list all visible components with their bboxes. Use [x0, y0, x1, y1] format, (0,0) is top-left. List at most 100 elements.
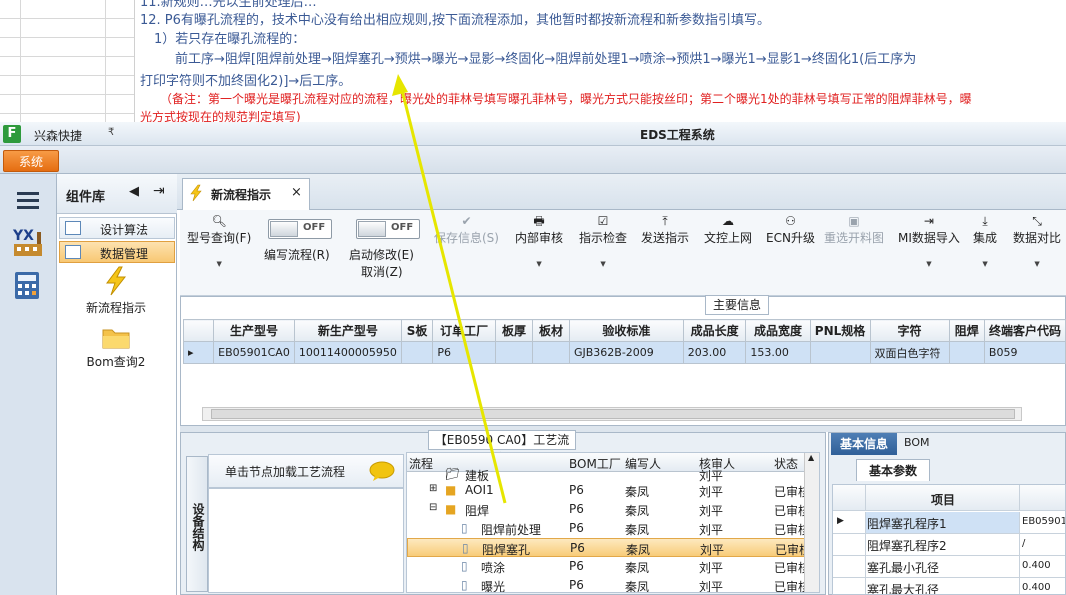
column-header[interactable]: S板: [400, 319, 434, 342]
table-cell[interactable]: [809, 341, 871, 364]
cloud-upload-icon: ☁: [722, 214, 734, 228]
tree-row[interactable]: ▯ 阻焊前处理 P6 秦凤 刘平 已审核: [407, 519, 810, 538]
table-cell[interactable]: 203.00: [682, 341, 747, 364]
table-row[interactable]: 阻焊塞孔程序2 /: [833, 534, 1065, 556]
data-compare-button[interactable]: ⤡ 数据对比 ▼: [1013, 213, 1061, 268]
process-flow-caption: 【EB0590 CA0】工艺流程: [428, 430, 576, 465]
write-flow-label: 编写流程(R): [264, 248, 330, 262]
column-header[interactable]: 项目: [931, 491, 955, 508]
table-cell[interactable]: EB05901CA0: [213, 341, 295, 364]
ecn-upgrade-button[interactable]: ⚇ ECN升级: [766, 213, 815, 246]
table-cell[interactable]: B059: [983, 341, 1066, 364]
scrollbar-thumb[interactable]: [211, 409, 1015, 419]
table-cell[interactable]: [948, 341, 985, 364]
write-flow-toggle[interactable]: OFF: [268, 219, 332, 239]
horizontal-scrollbar[interactable]: [202, 407, 1022, 421]
button-label: 集成: [973, 231, 998, 245]
column-header[interactable]: 生产型号: [213, 319, 295, 342]
cell-factory: P6: [570, 541, 585, 555]
cell-writer: 秦凤: [625, 504, 650, 518]
upload-docs-button[interactable]: ☁ 文控上网: [704, 213, 752, 246]
scroll-up-icon[interactable]: ▲: [808, 453, 814, 462]
divider: [1019, 578, 1020, 594]
tab-bom[interactable]: BOM: [904, 436, 930, 449]
compare-icon: ⤡: [1032, 214, 1042, 228]
table-row[interactable]: ▶ 阻焊塞孔程序1 EB05901C: [833, 512, 1065, 534]
tree-row[interactable]: ▯ 喷涂 P6 秦凤 刘平 已审核: [407, 557, 810, 576]
column-header[interactable]: 订单工厂: [432, 319, 496, 342]
mi-import-button[interactable]: ⇥ MI数据导入 ▼: [898, 213, 960, 268]
tab-new-flow-instruction[interactable]: 新流程指示 ×: [182, 178, 310, 210]
start-edit-toggle[interactable]: OFF: [356, 219, 420, 239]
param-value[interactable]: EB05901C: [1022, 516, 1065, 527]
table-cell[interactable]: 153.00: [745, 341, 811, 364]
table-cell[interactable]: [494, 341, 533, 364]
library-item-design-algorithm[interactable]: 设计算法: [59, 217, 175, 239]
tool-new-flow-instruction[interactable]: 新流程指示: [80, 266, 152, 316]
table-cell[interactable]: 双面白色字符: [869, 341, 950, 364]
tool-label: 新流程指示: [85, 301, 146, 315]
table-row[interactable]: 塞孔最小孔径 0.400: [833, 556, 1065, 578]
column-header[interactable]: 终端客户代码: [983, 319, 1066, 342]
library-item-data-management[interactable]: 数据管理: [59, 241, 175, 263]
internal-review-button[interactable]: 🖶 内部审核 ▼: [515, 213, 563, 268]
tab-basic-info[interactable]: 基本信息: [831, 433, 897, 455]
tree-row[interactable]: ⊞ ■ AOI1 P6 秦凤 刘平 已审核: [407, 481, 810, 500]
param-value[interactable]: 0.400: [1022, 560, 1051, 571]
quick-access-menu[interactable]: ₹: [108, 127, 114, 138]
table-cell[interactable]: 10011400005950: [293, 341, 402, 364]
column-header[interactable]: 板厚: [494, 319, 533, 342]
component-library-title: 组件库: [66, 190, 106, 205]
model-query-button[interactable]: 🔍︎ 型号查询(F) ▼: [187, 213, 251, 268]
send-instruction-button[interactable]: ⤒ 发送指示: [641, 213, 689, 246]
pin-icon[interactable]: ⇥: [153, 183, 165, 199]
tree-row[interactable]: ⊟ ■ 阻焊 P6 秦凤 刘平 已审核: [407, 500, 810, 519]
param-value[interactable]: /: [1022, 538, 1025, 549]
chat-bubble-icon: [369, 461, 395, 481]
tool-bom-query[interactable]: Bom查询2: [80, 324, 152, 370]
vertical-scrollbar[interactable]: ▲: [804, 453, 819, 592]
column-header[interactable]: PNL规格: [809, 319, 871, 342]
cell-writer: 秦凤: [626, 543, 651, 557]
tree-row[interactable]: ▯ 曝光 P6 秦凤 刘平 已审核: [407, 576, 810, 592]
column-header[interactable]: 成品长度: [682, 319, 747, 342]
calculator-icon[interactable]: [6, 266, 50, 306]
cell-factory: P6: [569, 483, 584, 497]
table-cell[interactable]: P6: [432, 341, 496, 364]
hamburger-icon[interactable]: [6, 180, 50, 220]
doc-line: 打印字符则不加终固化2)]→后工序。: [140, 74, 352, 89]
tree-row-selected[interactable]: ▯ 阻焊塞孔 P6 秦凤 刘平 已审核: [407, 538, 811, 557]
factory-icon[interactable]: YX: [6, 222, 50, 262]
table-row[interactable]: ▸ EB05901CA0 10011400005950 P6 GJB362B-2…: [182, 341, 1066, 364]
instruction-check-button[interactable]: ☑ 指示检查 ▼: [579, 213, 627, 268]
table-cell[interactable]: [400, 341, 434, 364]
column-header[interactable]: 成品宽度: [745, 319, 811, 342]
column-header[interactable]: 板材: [531, 319, 570, 342]
cell-factory: P6: [569, 521, 584, 535]
component-library-header: 组件库 ◀ ⇥: [57, 174, 177, 214]
column-header[interactable]: 字符: [869, 319, 950, 342]
column-header[interactable]: 新生产型号: [293, 319, 402, 342]
tab-device-structure[interactable]: 设备结构: [186, 456, 208, 592]
button-label: 内部审核: [515, 231, 564, 245]
collapse-icon[interactable]: ⊟: [429, 502, 437, 513]
process-tree-grid: 流程 BOM工厂 编写人 核审人 状态 📁︎ 建板 刘平 ⊞ ■ AOI1 P6…: [406, 452, 820, 593]
system-tab[interactable]: 系统: [3, 150, 59, 172]
collapse-left-icon[interactable]: ◀: [129, 184, 139, 199]
folder-icon: [102, 329, 130, 349]
start-edit-label: 启动修改(E): [349, 248, 414, 262]
table-cell[interactable]: [531, 341, 570, 364]
column-header[interactable]: 阻焊: [948, 319, 985, 342]
close-tab-icon[interactable]: ×: [291, 185, 302, 200]
tab-basic-params[interactable]: 基本参数: [856, 459, 930, 481]
integrate-button[interactable]: ⤓ 集成 ▼: [973, 213, 997, 268]
button-label: 型号查询(F): [187, 231, 252, 245]
param-value[interactable]: 0.400: [1022, 582, 1051, 593]
expand-icon[interactable]: ⊞: [429, 483, 437, 494]
menu-bar: [0, 146, 1066, 174]
table-row[interactable]: 塞孔最大孔径 0.400: [833, 578, 1065, 594]
doc-note: 光方式按现在的规范判定填写): [140, 110, 301, 122]
table-cell[interactable]: GJB362B-2009: [568, 341, 684, 364]
column-header[interactable]: 验收标准: [568, 319, 684, 342]
cancel-button[interactable]: 取消(Z): [361, 263, 403, 280]
